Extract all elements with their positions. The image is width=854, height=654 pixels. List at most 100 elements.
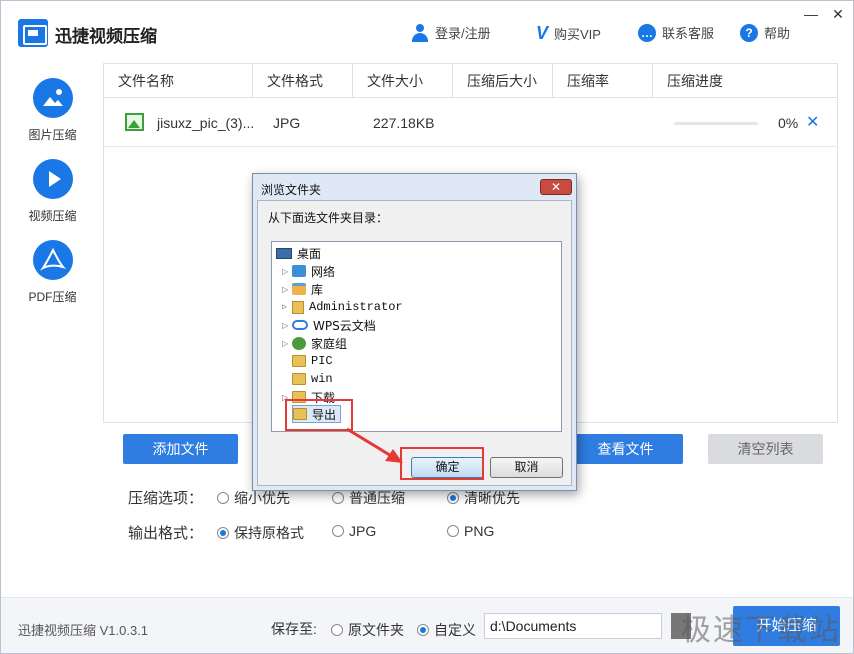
homegroup-icon [292,336,306,350]
output-option-label: JPG [349,523,377,539]
save-path-input[interactable] [484,613,662,639]
column-header: 压缩率 [553,64,653,98]
sidebar-item-pdf-compress[interactable]: PDF压缩 [1,240,104,305]
login-label: 登录/注册 [435,26,491,41]
radio-selected-icon [417,624,429,636]
play-icon [32,159,73,199]
tree-item-administrator[interactable]: ▷ Administrator [282,298,403,316]
annotation-highlight-ok [400,447,484,480]
output-option-png[interactable]: PNG [447,523,494,539]
progress-bar [674,122,758,125]
radio-selected-icon [217,527,229,539]
support-link[interactable]: … 联系客服 [638,23,714,42]
output-option-label: 保持原格式 [234,525,304,541]
buy-vip-label: 购买VIP [554,27,601,42]
tree-item-pic[interactable]: PIC [292,352,333,370]
dialog-body: 从下面选文件夹目录： 桌面 ▷ 网络 ▷ 库 ▷ Administrator ▷… [257,200,572,486]
save-option-label: 原文件夹 [348,622,404,638]
tree-item-network[interactable]: ▷ 网络 [282,262,335,280]
compress-options-label: 压缩选项： [128,490,204,507]
clear-list-button[interactable]: 清空列表 [708,434,823,464]
question-icon: ? [740,23,758,42]
tree-item-library[interactable]: ▷ 库 [282,280,323,298]
dialog-close-button[interactable]: ✕ [540,179,572,195]
compress-option-label: 缩小优先 [234,490,290,506]
desktop-icon [276,247,292,259]
column-header: 文件格式 [253,64,353,98]
sidebar-item-video-compress[interactable]: 视频压缩 [1,159,104,224]
chat-icon: … [638,23,656,42]
tree-item-label: WPS云文档 [313,318,376,333]
app-window: 迅捷视频压缩 登录/注册 V 购买VIP … 联系客服 ? 帮助 — ✕ 图片压… [0,0,854,654]
column-header: 压缩后大小 [453,64,553,98]
compress-option-clear[interactable]: 清晰优先 [447,488,520,508]
tree-item-label: PIC [311,354,333,368]
column-header: 文件名称 [104,64,253,98]
save-to-label: 保存至: [271,621,317,637]
sidebar-item-label: PDF压缩 [28,290,77,304]
sidebar-item-label: 视频压缩 [28,209,77,223]
compress-option-label: 清晰优先 [464,490,520,506]
cloud-icon [292,320,308,330]
save-option-original-folder[interactable]: 原文件夹 [331,620,404,640]
tree-item-label: win [311,372,333,386]
tree-item-homegroup[interactable]: ▷ 家庭组 [282,334,347,352]
minimize-button[interactable]: — [801,6,821,24]
expand-arrow-icon[interactable]: ▷ [282,267,292,276]
close-button[interactable]: ✕ [828,6,848,24]
user-icon [411,23,429,42]
expand-arrow-icon[interactable]: ▷ [282,285,292,294]
remove-file-icon[interactable]: ✕ [806,99,819,147]
dialog-instruction: 从下面选文件夹目录： [268,211,389,225]
version-text: 迅捷视频压缩 V1.0.3.1 [18,623,149,638]
radio-icon [331,624,343,636]
sidebar-item-label: 图片压缩 [28,128,77,142]
expand-arrow-icon[interactable]: ▷ [282,302,292,312]
sidebar: 图片压缩 视频压缩 PDF压缩 [1,63,104,597]
expand-arrow-icon[interactable]: ▷ [282,321,292,330]
folder-icon [292,355,306,367]
library-icon [292,283,306,295]
image-file-icon [125,113,144,131]
tree-item-label: 网络 [311,264,336,279]
expand-arrow-icon[interactable]: ▷ [282,339,292,348]
compress-option-normal[interactable]: 普通压缩 [332,488,405,508]
folder-icon [292,373,306,385]
compress-option-label: 普通压缩 [349,490,405,506]
add-file-button[interactable]: 添加文件 [123,434,238,464]
tree-item-label: 桌面 [297,246,322,261]
tree-item-desktop[interactable]: 桌面 [276,244,321,262]
help-label: 帮助 [764,26,791,41]
dialog-title: 浏览文件夹 [261,183,322,197]
tree-item-label: 库 [311,282,324,297]
output-option-jpg[interactable]: JPG [332,523,376,539]
app-title: 迅捷视频压缩 [55,27,157,46]
dialog-cancel-button[interactable]: 取消 [490,457,563,478]
login-link[interactable]: 登录/注册 [411,23,491,42]
tree-item-wps-cloud[interactable]: ▷ WPS云文档 [282,316,376,334]
tree-item-label: 家庭组 [311,336,348,351]
file-format: JPG [273,115,301,131]
save-option-label: 自定义 [434,622,476,638]
table-row[interactable]: jisuxz_pic_(3)... JPG 227.18KB 0% ✕ [104,99,837,147]
user-folder-icon [292,300,304,314]
support-label: 联系客服 [662,26,715,41]
file-size: 227.18KB [373,115,435,131]
output-option-original[interactable]: 保持原格式 [217,523,304,543]
sidebar-item-image-compress[interactable]: 图片压缩 [1,78,104,143]
title-bar: 迅捷视频压缩 登录/注册 V 购买VIP … 联系客服 ? 帮助 — ✕ [1,1,853,63]
progress-text: 0% [778,115,799,131]
watermark: 极速下载站 [681,613,841,648]
compress-option-shrink[interactable]: 缩小优先 [217,488,290,508]
tree-item-label: Administrator [309,300,403,314]
browse-folder-dialog: 浏览文件夹 ✕ 从下面选文件夹目录： 桌面 ▷ 网络 ▷ 库 ▷ Adminis… [252,173,577,491]
output-option-label: PNG [464,523,495,539]
save-option-custom[interactable]: 自定义 [417,620,476,640]
help-link[interactable]: ? 帮助 [740,23,790,42]
column-header: 文件大小 [353,64,453,98]
image-icon [32,78,73,118]
buy-vip-link[interactable]: V 购买VIP [536,23,601,44]
view-file-button[interactable]: 查看文件 [568,434,683,464]
radio-icon [332,525,344,537]
tree-item-win[interactable]: win [292,370,333,388]
